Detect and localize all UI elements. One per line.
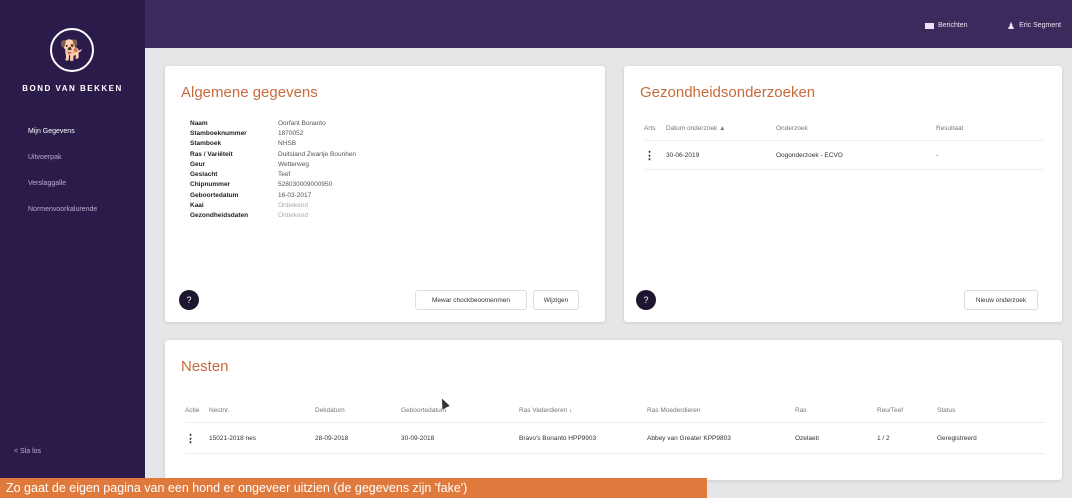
table-cell: Oogonderzoek - ECVO	[776, 151, 843, 159]
table-cell: Bravo's Bonanto HPP9903	[519, 434, 597, 442]
caption-banner: Zo gaat de eigen pagina van een hond er …	[0, 478, 707, 498]
column-header[interactable]: Reu/Teef	[877, 407, 937, 414]
info-label: Geslacht	[190, 171, 218, 179]
table-cell: -	[936, 151, 939, 159]
info-value: Wetterweg	[278, 160, 309, 168]
messages-link[interactable]: Berichten	[925, 22, 968, 29]
info-value: 528030009000950	[278, 181, 333, 189]
new-health-check-button[interactable]: Mewar chockbeoomenmen	[415, 290, 527, 310]
info-row: Gezondheidsdaten Onbekend	[190, 211, 356, 221]
org-name: BOND VAN BEKKEN	[22, 84, 123, 93]
table-cell: 28-09-2018	[315, 434, 349, 442]
info-value: Onbekend	[278, 212, 308, 220]
sidebar-item-normen[interactable]: Normenvoorkalurende	[28, 206, 97, 232]
user-label: Eric Segment	[1019, 22, 1062, 29]
litters-card: Nesten Actie Nestnr. Dekdatum Geboortedatum…	[165, 340, 1062, 480]
sidebar-item-uitvoerpak[interactable]: Uitvoerpak	[28, 154, 97, 180]
info-value: 1870052	[278, 129, 304, 137]
info-label: Chipnummer	[190, 181, 231, 189]
column-header[interactable]: Arts	[644, 125, 666, 132]
sidebar: 🐕 BOND VAN BEKKEN Mijn Gegevens Uitvoerp…	[0, 0, 145, 498]
column-header[interactable]: Ras	[795, 407, 877, 414]
new-examination-button[interactable]: Nieuw onderzoek	[964, 290, 1038, 310]
litters-title: Nesten	[181, 358, 229, 375]
column-header[interactable]: Resultaat	[936, 125, 1044, 132]
column-header[interactable]: Nestnr.	[209, 407, 315, 414]
row-actions-icon[interactable]: ⋮	[644, 149, 666, 162]
info-value: NHSB	[278, 140, 297, 148]
table-cell: 1 / 2	[877, 434, 890, 442]
column-header[interactable]: Ras Vaderdieren ↓	[519, 407, 647, 414]
info-label: Ras / Variëteit	[190, 150, 233, 158]
column-header[interactable]: Datum onderzoek ▲	[666, 125, 776, 132]
general-info-card: Algemene gegevens Naam Oorfant Bonanto Sta…	[165, 66, 605, 322]
table-header-row: Arts Datum onderzoek ▲ Onderzoek Resultaat	[644, 116, 1044, 141]
table-row[interactable]: ⋮ 30-06-2019 Oogonderzoek - ECVO -	[644, 141, 1044, 170]
info-row: Ras / Variëteit Duitsland Zwartje Bounhen	[190, 149, 356, 159]
table-cell: Geregistreerd	[937, 434, 977, 442]
column-header[interactable]: Geboortedatum	[401, 407, 519, 414]
general-info-list: Naam Oorfant Bonanto Stamboeknummer 1870052…	[190, 118, 356, 221]
info-label: Naam	[190, 119, 208, 127]
sidebar-collapse-link[interactable]: < Sla los	[14, 448, 41, 455]
info-row: Naam Oorfant Bonanto	[190, 118, 356, 128]
info-label: Kaai	[190, 202, 204, 210]
table-cell: Ozelaeti	[795, 434, 819, 442]
info-row: Chipnummer 528030009000950	[190, 180, 356, 190]
info-label: Geboortedatum	[190, 191, 239, 199]
edit-button[interactable]: Wijzigen	[533, 290, 579, 310]
info-label: Geur	[190, 160, 206, 168]
dog-logo-icon: 🐕	[50, 28, 94, 72]
column-header[interactable]: Status	[937, 407, 1045, 414]
sidebar-item-mijn-gegevens[interactable]: Mijn Gegevens	[28, 128, 97, 154]
table-cell: Abbey van Greater KPP9803	[647, 434, 731, 442]
table-header-row: Actie Nestnr. Dekdatum Geboortedatum Ras Vad…	[185, 398, 1045, 423]
info-value: Teef	[278, 171, 291, 179]
info-value: Onbekend	[278, 202, 308, 210]
column-header[interactable]: Onderzoek	[776, 125, 936, 132]
column-header[interactable]: Actie	[185, 407, 209, 414]
messages-label: Berichten	[938, 22, 968, 29]
info-value: Oorfant Bonanto	[278, 119, 326, 127]
litters-table: Actie Nestnr. Dekdatum Geboortedatum Ras Vad…	[185, 398, 1045, 454]
info-row: Stamboeknummer 1870052	[190, 128, 356, 138]
table-cell: 15021-2018 nes	[209, 434, 256, 442]
topbar: Berichten ♟ Eric Segment	[145, 0, 1072, 48]
column-header[interactable]: Ras Moederdieren	[647, 407, 795, 414]
info-label: Stamboek	[190, 140, 222, 148]
health-table: Arts Datum onderzoek ▲ Onderzoek Resultaat ⋮…	[644, 116, 1044, 170]
info-label: Gezondheidsdaten	[190, 212, 249, 220]
user-icon: ♟	[1007, 20, 1016, 31]
info-row: Geslacht Teef	[190, 169, 356, 179]
row-actions-icon[interactable]: ⋮	[185, 432, 209, 445]
sidebar-nav: Mijn Gegevens Uitvoerpak Verslaggalle No…	[28, 128, 97, 232]
table-cell: 30-06-2019	[666, 151, 700, 159]
help-button[interactable]: ?	[179, 290, 199, 310]
health-help-button[interactable]: ?	[636, 290, 656, 310]
info-label: Stamboeknummer	[190, 129, 247, 137]
info-row: Geboortedatum 16-03-2017	[190, 190, 356, 200]
info-row: Stamboek NHSB	[190, 139, 356, 149]
health-card: Gezondheidsonderzoeken Arts Datum onderzo…	[624, 66, 1062, 322]
table-row[interactable]: ⋮ 15021-2018 nes 28-09-2018 30-09-2018 Bravo…	[185, 423, 1045, 454]
info-value: 16-03-2017	[278, 191, 312, 199]
mail-icon	[925, 22, 934, 29]
user-menu[interactable]: ♟ Eric Segment	[1007, 20, 1062, 31]
info-row: Geur Wetterweg	[190, 159, 356, 169]
column-header[interactable]: Dekdatum	[315, 407, 401, 414]
general-info-title: Algemene gegevens	[181, 84, 318, 101]
info-row: Kaai Onbekend	[190, 200, 356, 210]
table-cell: 30-09-2018	[401, 434, 435, 442]
info-value: Duitsland Zwartje Bounhen	[278, 150, 357, 158]
sidebar-item-verslaggalle[interactable]: Verslaggalle	[28, 180, 97, 206]
health-title: Gezondheidsonderzoeken	[640, 84, 816, 101]
